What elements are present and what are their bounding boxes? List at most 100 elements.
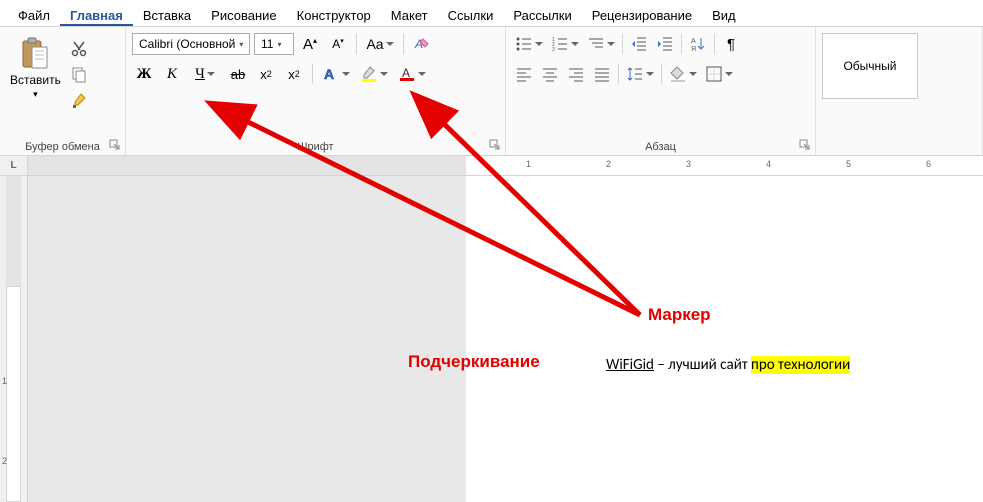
borders-button[interactable] xyxy=(702,63,736,85)
grow-font-icon: A▴ xyxy=(303,36,317,53)
align-left-icon xyxy=(515,65,533,83)
group-clipboard: Вставить ▾ Буфер обмена xyxy=(0,27,126,155)
highlighted-text: про технологии xyxy=(751,356,850,374)
chevron-down-icon: ▾ xyxy=(239,40,243,49)
group-paragraph: 123 AЯ ¶ Абзац xyxy=(506,27,816,155)
outdent-icon xyxy=(630,35,648,53)
tab-selector[interactable]: L xyxy=(0,156,28,175)
menu-draw[interactable]: Рисование xyxy=(201,4,286,26)
svg-text:3: 3 xyxy=(552,47,555,53)
font-name-combo[interactable]: Calibri (Основной▾ xyxy=(132,33,250,55)
menu-references[interactable]: Ссылки xyxy=(438,4,504,26)
group-styles: Обычный xyxy=(816,27,983,155)
dialog-launcher-clipboard[interactable] xyxy=(109,139,121,151)
align-center-button[interactable] xyxy=(538,63,562,85)
font-size-combo[interactable]: 11▾ xyxy=(254,33,294,55)
multilevel-icon xyxy=(587,35,605,53)
annotation-underline-label: Подчеркивание xyxy=(408,352,540,372)
group-font: Calibri (Основной▾ 11▾ A▴ A▾ Aa A Ж К Ч … xyxy=(126,27,506,155)
menu-design[interactable]: Конструктор xyxy=(287,4,381,26)
sort-button[interactable]: AЯ xyxy=(686,33,710,55)
highlight-button[interactable] xyxy=(357,63,391,85)
paste-button[interactable]: Вставить ▾ xyxy=(6,33,65,111)
justify-button[interactable] xyxy=(590,63,614,85)
horizontal-ruler[interactable]: L 1 2 3 4 5 6 xyxy=(0,156,983,176)
svg-text:Я: Я xyxy=(691,46,696,53)
plain-text: – лучший сайт xyxy=(654,356,751,374)
chevron-down-icon: ▾ xyxy=(33,89,38,100)
font-color-button[interactable]: A xyxy=(395,63,429,85)
copy-icon xyxy=(70,66,88,84)
grow-font-button[interactable]: A▴ xyxy=(298,33,322,55)
document-text[interactable]: WiFiGid – лучший сайт про технологии xyxy=(606,356,850,374)
text-effects-icon: A xyxy=(322,65,340,83)
menu-home[interactable]: Главная xyxy=(60,4,133,26)
shading-button[interactable] xyxy=(666,63,700,85)
document-area: 1 2 WiFiGid – лучший сайт про технологии xyxy=(0,176,983,502)
ribbon: Вставить ▾ Буфер обмена Calibri (Основно xyxy=(0,26,983,156)
menu-file[interactable]: Файл xyxy=(8,4,60,26)
gray-background xyxy=(28,176,466,502)
clear-formatting-button[interactable]: A xyxy=(410,33,434,55)
bullets-button[interactable] xyxy=(512,33,546,55)
highlight-icon xyxy=(360,65,378,83)
pilcrow-icon: ¶ xyxy=(727,36,735,53)
svg-text:A: A xyxy=(691,38,696,45)
menu-review[interactable]: Рецензирование xyxy=(582,4,702,26)
align-right-icon xyxy=(567,65,585,83)
annotation-marker-label: Маркер xyxy=(648,305,711,325)
show-marks-button[interactable]: ¶ xyxy=(719,33,743,55)
menu-bar: Файл Главная Вставка Рисование Конструкт… xyxy=(0,0,983,26)
superscript-button[interactable]: x2 xyxy=(282,63,306,85)
justify-icon xyxy=(593,65,611,83)
change-case-button[interactable]: Aa xyxy=(363,33,397,55)
multilevel-button[interactable] xyxy=(584,33,618,55)
numbering-icon: 123 xyxy=(551,35,569,53)
group-label-paragraph: Абзац xyxy=(512,137,809,153)
document-page[interactable]: WiFiGid – лучший сайт про технологии xyxy=(466,176,983,502)
style-normal[interactable]: Обычный xyxy=(822,33,918,99)
sort-icon: AЯ xyxy=(689,35,707,53)
menu-mailings[interactable]: Рассылки xyxy=(503,4,581,26)
vertical-ruler[interactable]: 1 2 xyxy=(0,176,28,502)
underline-button[interactable]: Ч xyxy=(188,63,222,85)
cut-button[interactable] xyxy=(69,39,89,59)
text-effects-button[interactable]: A xyxy=(319,63,353,85)
group-label-font: Шрифт xyxy=(132,137,499,153)
bold-button[interactable]: Ж xyxy=(132,63,156,85)
group-label-clipboard: Буфер обмена xyxy=(6,137,119,153)
strike-button[interactable]: ab xyxy=(226,63,250,85)
decrease-indent-button[interactable] xyxy=(627,33,651,55)
paste-label: Вставить xyxy=(10,73,61,87)
scissors-icon xyxy=(70,40,88,58)
menu-layout[interactable]: Макет xyxy=(381,4,438,26)
dialog-launcher-paragraph[interactable] xyxy=(799,139,811,151)
brush-icon xyxy=(70,92,88,110)
shrink-font-button[interactable]: A▾ xyxy=(326,33,350,55)
menu-view[interactable]: Вид xyxy=(702,4,746,26)
align-right-button[interactable] xyxy=(564,63,588,85)
format-painter-button[interactable] xyxy=(69,91,89,111)
numbering-button[interactable]: 123 xyxy=(548,33,582,55)
bullets-icon xyxy=(515,35,533,53)
menu-insert[interactable]: Вставка xyxy=(133,4,201,26)
line-spacing-button[interactable] xyxy=(623,63,657,85)
svg-text:A: A xyxy=(324,66,334,82)
subscript-button[interactable]: x2 xyxy=(254,63,278,85)
italic-button[interactable]: К xyxy=(160,63,184,85)
underlined-word: WiFiGid xyxy=(606,356,654,374)
dialog-launcher-font[interactable] xyxy=(489,139,501,151)
shrink-font-icon: A▾ xyxy=(332,37,344,51)
increase-indent-button[interactable] xyxy=(653,33,677,55)
align-left-button[interactable] xyxy=(512,63,536,85)
chevron-down-icon: ▾ xyxy=(277,40,281,49)
font-color-icon: A xyxy=(398,65,416,83)
copy-button[interactable] xyxy=(69,65,89,85)
shading-icon xyxy=(669,65,687,83)
clear-format-icon: A xyxy=(413,35,431,53)
indent-icon xyxy=(656,35,674,53)
svg-text:A: A xyxy=(402,66,410,80)
paste-icon xyxy=(19,37,51,71)
align-center-icon xyxy=(541,65,559,83)
borders-icon xyxy=(705,65,723,83)
